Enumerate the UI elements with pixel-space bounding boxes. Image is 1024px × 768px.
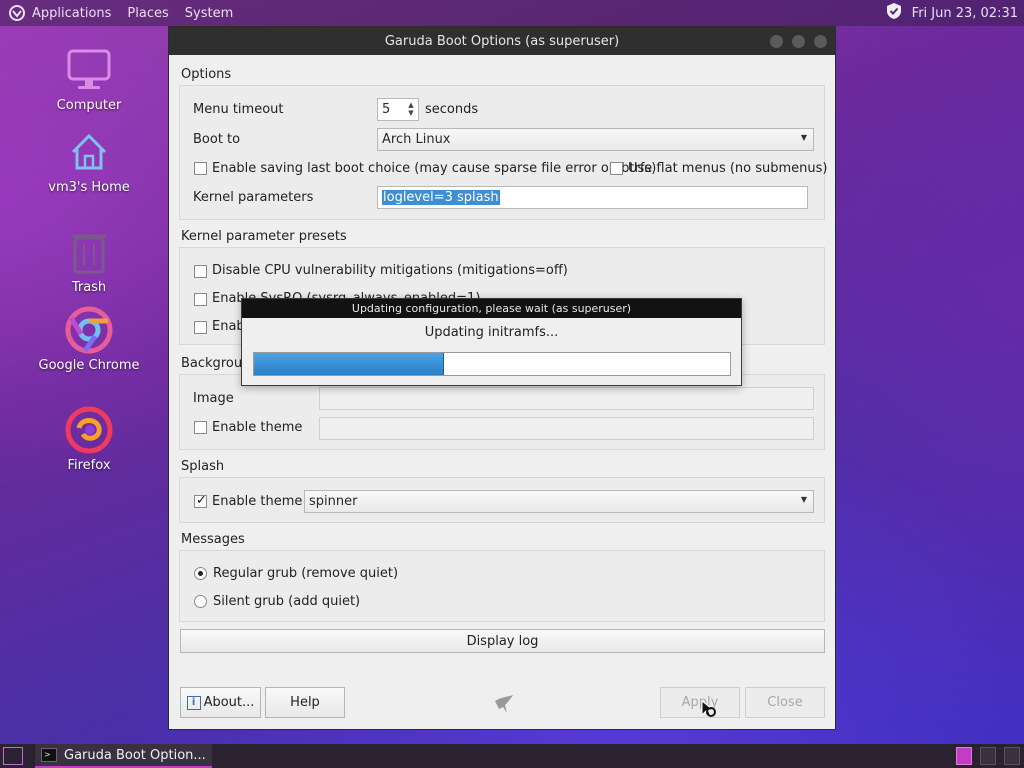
taskbar-task-label: Garuda Boot Option... — [64, 747, 206, 763]
desktop-icon-label: Computer — [56, 98, 122, 113]
taskbar-task-boot-options[interactable]: > Garuda Boot Option... — [35, 744, 212, 768]
background-theme-label[interactable]: Enable theme — [212, 420, 302, 435]
options-group: Menu timeout 5 ▲ ▼ seconds Boot to Arch L… — [179, 85, 828, 220]
desktop-icon-label: Google Chrome — [38, 358, 140, 373]
regular-grub-radio[interactable] — [194, 567, 207, 580]
info-icon: i — [186, 695, 201, 710]
menu-places[interactable]: Places — [127, 6, 168, 21]
apply-button[interactable]: Apply — [660, 687, 740, 718]
desktop-icon-label: Firefox — [67, 458, 111, 473]
regular-grub-label[interactable]: Regular grub (remove quiet) — [213, 566, 398, 581]
splash-group: Enable theme spinner — [179, 477, 825, 523]
background-section-title: Backgroun — [181, 356, 251, 371]
mitigations-checkbox[interactable] — [194, 265, 207, 278]
spin-arrows-icon[interactable]: ▲ ▼ — [406, 101, 416, 117]
progress-bar — [253, 352, 731, 376]
trash-icon — [65, 228, 113, 276]
desktop-icon-home[interactable]: vm3's Home — [29, 128, 149, 195]
minimize-button[interactable] — [770, 35, 783, 48]
background-image-label: Image — [193, 391, 234, 406]
presets-section-title: Kernel parameter presets — [181, 229, 347, 244]
desktop-icon-label: vm3's Home — [48, 180, 130, 195]
menu-system[interactable]: System — [185, 6, 233, 21]
show-desktop-button[interactable] — [3, 747, 23, 765]
kernel-params-input[interactable]: loglevel=3 splash — [377, 186, 808, 209]
garuda-eagle-icon — [491, 691, 517, 721]
preset-third-checkbox[interactable] — [194, 321, 207, 334]
menu-timeout-value: 5 — [382, 102, 391, 117]
top-panel: Applications Places System Fri Jun 23, 0… — [0, 0, 1024, 26]
panel-clock[interactable]: Fri Jun 23, 02:31 — [912, 6, 1018, 21]
workspace-2[interactable] — [980, 747, 996, 765]
background-theme-field[interactable] — [319, 417, 814, 440]
desktop-icon-firefox[interactable]: Firefox — [29, 406, 149, 473]
desktop-icon-label: Trash — [71, 280, 107, 295]
splash-theme-label[interactable]: Enable theme — [212, 494, 302, 509]
splash-theme-combo[interactable]: spinner — [304, 490, 814, 513]
messages-group: Regular grub (remove quiet) Silent grub … — [179, 550, 825, 622]
shield-icon[interactable] — [884, 1, 904, 25]
save-last-label[interactable]: Enable saving last boot choice (may caus… — [212, 161, 656, 176]
menu-applications[interactable]: Applications — [32, 6, 111, 21]
menu-timeout-label: Menu timeout — [193, 102, 284, 117]
desktop-icon-chrome[interactable]: Google Chrome — [29, 306, 149, 373]
display-log-button[interactable]: Display log — [180, 629, 825, 653]
flat-menus-checkbox[interactable] — [610, 162, 623, 175]
workspace-1[interactable] — [956, 747, 972, 765]
boot-to-value: Arch Linux — [382, 132, 451, 147]
progress-bar-fill — [254, 353, 445, 375]
kernel-params-value: loglevel=3 splash — [382, 190, 500, 205]
save-last-checkbox[interactable] — [194, 162, 207, 175]
progress-dialog: Updating configuration, please wait (as … — [241, 298, 742, 386]
terminal-icon: > — [41, 748, 57, 762]
about-label: About... — [203, 695, 255, 710]
menu-timeout-spinbox[interactable]: 5 ▲ ▼ — [377, 98, 419, 121]
silent-grub-radio[interactable] — [194, 595, 207, 608]
kernel-params-label: Kernel parameters — [193, 190, 314, 205]
chrome-icon — [65, 306, 113, 354]
desktop-icon-trash[interactable]: Trash — [29, 228, 149, 295]
mitigations-label[interactable]: Disable CPU vulnerability mitigations (m… — [212, 263, 568, 278]
bottom-taskbar: > Garuda Boot Option... — [0, 744, 1024, 768]
silent-grub-label[interactable]: Silent grub (add quiet) — [213, 594, 360, 609]
workspace-3[interactable] — [1004, 747, 1020, 765]
close-button[interactable]: Close — [745, 687, 825, 718]
flat-menus-label[interactable]: Use flat menus (no submenus) — [628, 161, 828, 176]
boot-to-label: Boot to — [193, 132, 241, 147]
menu-timeout-unit: seconds — [425, 102, 479, 117]
maximize-button[interactable] — [792, 35, 805, 48]
background-image-field[interactable] — [319, 387, 814, 410]
progress-message: Updating initramfs... — [424, 325, 559, 340]
splash-section-title: Splash — [181, 459, 225, 474]
options-section-title: Options — [181, 67, 232, 82]
desktop-icon-computer[interactable]: Computer — [29, 46, 149, 113]
firefox-icon — [65, 406, 113, 454]
messages-section-title: Messages — [181, 532, 245, 547]
splash-theme-checkbox[interactable] — [194, 493, 207, 508]
home-folder-icon — [65, 128, 113, 176]
mouse-cursor-icon — [701, 699, 719, 724]
progress-dialog-title[interactable]: Updating configuration, please wait (as … — [242, 299, 741, 318]
splash-theme-value: spinner — [309, 494, 358, 509]
about-button[interactable]: i About... — [180, 687, 261, 718]
help-button[interactable]: Help — [265, 687, 345, 718]
computer-icon — [65, 46, 113, 94]
window-titlebar[interactable]: Garuda Boot Options (as superuser) — [169, 27, 835, 55]
window-title: Garuda Boot Options (as superuser) — [384, 33, 620, 49]
sysrq-checkbox[interactable] — [194, 293, 207, 306]
background-theme-checkbox[interactable] — [194, 421, 207, 434]
garuda-logo-icon[interactable] — [8, 4, 26, 22]
close-window-button[interactable] — [814, 35, 827, 48]
boot-to-combo[interactable]: Arch Linux — [377, 128, 814, 151]
